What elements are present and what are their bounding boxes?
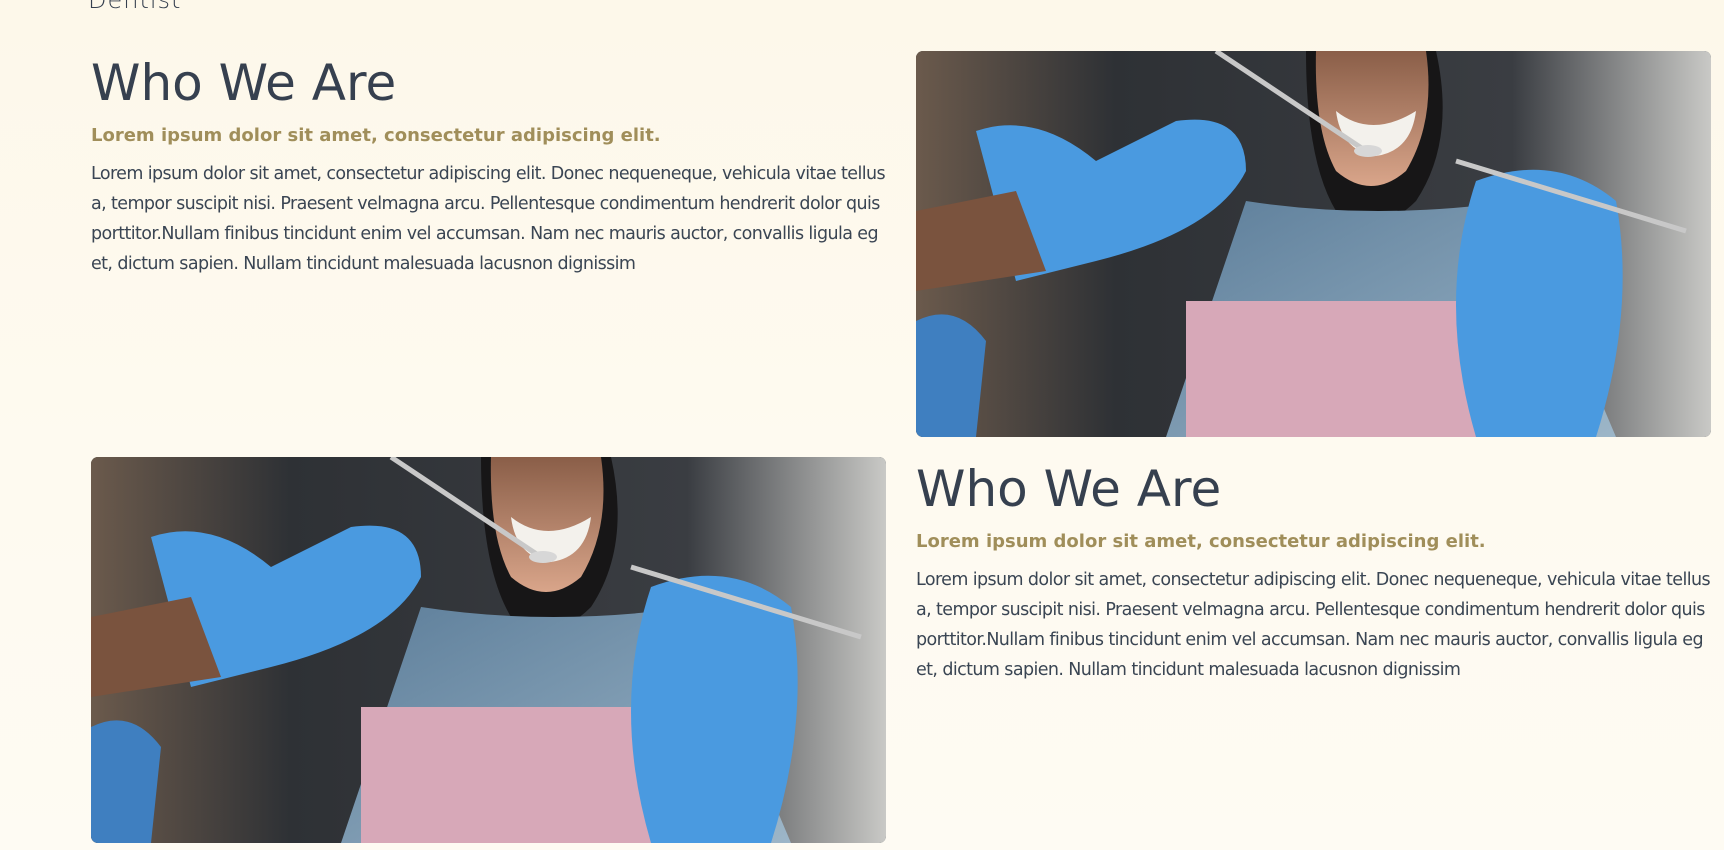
dental-checkup-photo [916, 51, 1711, 437]
section-subtitle: Lorem ipsum dolor sit amet, consectetur … [916, 531, 1486, 552]
dental-checkup-photo-icon [91, 457, 886, 843]
about-section-2-text: Who We Are Lorem ipsum dolor sit amet, c… [916, 457, 1711, 685]
section-title: Who We Are [916, 460, 1222, 518]
section-subtitle: Lorem ipsum dolor sit amet, consectetur … [91, 125, 661, 146]
section-title: Who We Are [91, 54, 397, 112]
dental-checkup-photo [91, 457, 886, 843]
section-body: Lorem ipsum dolor sit amet, consectetur … [916, 570, 1711, 680]
dental-checkup-photo-icon [916, 51, 1711, 437]
about-section-1-text: Who We Are Lorem ipsum dolor sit amet, c… [91, 51, 886, 279]
brand-logo-text[interactable]: Dentist [88, 0, 181, 14]
section-body: Lorem ipsum dolor sit amet, consectetur … [91, 164, 886, 274]
